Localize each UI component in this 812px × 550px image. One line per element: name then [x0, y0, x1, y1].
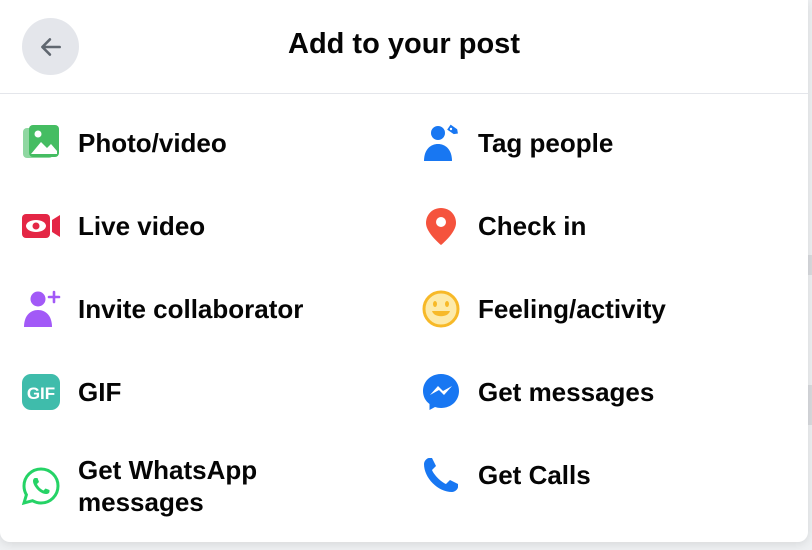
- option-label: GIF: [78, 377, 122, 407]
- photo-video-option[interactable]: Photo/video: [20, 122, 227, 164]
- get-messages-option[interactable]: Get messages: [420, 371, 654, 413]
- whatsapp-icon: [20, 465, 62, 507]
- live-video-icon: [20, 205, 62, 247]
- tag-people-icon: [420, 122, 462, 164]
- smiley-icon: [420, 288, 462, 330]
- phone-icon: [420, 454, 462, 496]
- get-whatsapp-messages-option[interactable]: Get WhatsApp messages: [20, 454, 257, 518]
- option-label: Invite collaborator: [78, 294, 304, 324]
- option-label: Get WhatsApp messages: [78, 455, 258, 517]
- gif-icon: GIF: [20, 371, 62, 413]
- option-label: Live video: [78, 211, 206, 241]
- option-label: Photo/video: [78, 128, 227, 158]
- svg-text:GIF: GIF: [27, 384, 55, 403]
- option-label: Get Calls: [478, 460, 591, 490]
- dialog-header: Add to your post: [0, 0, 808, 94]
- feeling-activity-option[interactable]: Feeling/activity: [420, 288, 666, 330]
- invite-collaborator-icon: [20, 288, 62, 330]
- option-label: Get messages: [478, 377, 655, 407]
- gif-option[interactable]: GIF GIF: [20, 371, 121, 413]
- location-pin-icon: [420, 205, 462, 247]
- background-divider: [808, 385, 812, 425]
- option-label: Check in: [478, 211, 587, 241]
- dialog-title: Add to your post: [288, 28, 520, 60]
- option-label: Feeling/activity: [478, 294, 666, 324]
- check-in-option[interactable]: Check in: [420, 205, 586, 247]
- get-calls-option[interactable]: Get Calls: [420, 454, 591, 496]
- live-video-option[interactable]: Live video: [20, 205, 205, 247]
- photo-video-icon: [20, 122, 62, 164]
- tag-people-option[interactable]: Tag people: [420, 122, 613, 164]
- add-to-post-dialog: Add to your post Photo/video Tag people …: [0, 0, 808, 542]
- invite-collaborator-option[interactable]: Invite collaborator: [20, 288, 303, 330]
- messenger-icon: [420, 371, 462, 413]
- option-label: Tag people: [478, 128, 614, 158]
- background-divider: [808, 255, 812, 275]
